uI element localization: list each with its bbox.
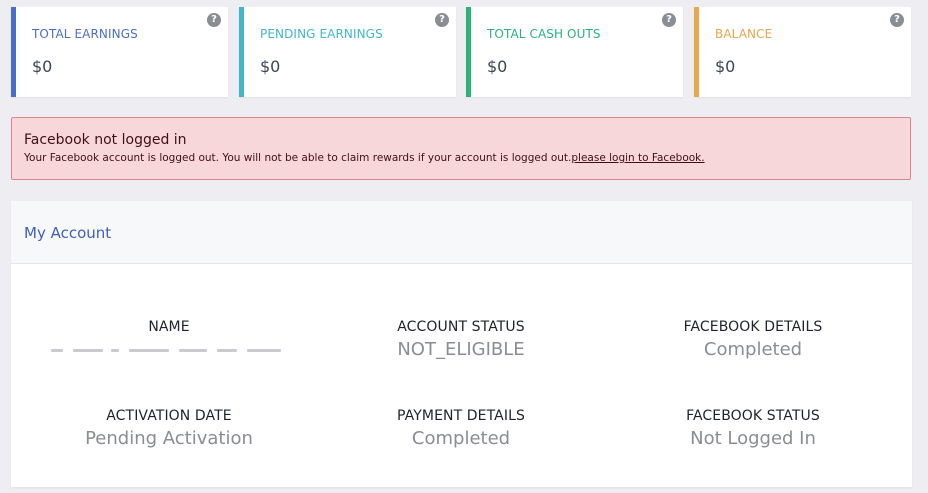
activation-date-value: Pending Activation xyxy=(85,428,253,449)
facebook-status-value: Not Logged In xyxy=(690,428,816,449)
facebook-status-field: FACEBOOK STATUS Not Logged In xyxy=(603,408,903,449)
payment-details-field: PAYMENT DETAILS Completed xyxy=(311,408,611,449)
name-field: NAME xyxy=(19,319,319,339)
stats-row: TOTAL EARNINGS $0 ? PENDING EARNINGS $0 … xyxy=(11,7,912,97)
payment-details-label: PAYMENT DETAILS xyxy=(397,408,525,424)
alert-message: Your Facebook account is logged out. You… xyxy=(24,152,572,164)
total-cash-outs-card: TOTAL CASH OUTS $0 ? xyxy=(466,7,683,97)
total-earnings-card: TOTAL EARNINGS $0 ? xyxy=(11,7,228,97)
total-earnings-label: TOTAL EARNINGS xyxy=(32,27,138,41)
help-icon[interactable]: ? xyxy=(662,13,676,27)
pending-earnings-value: $0 xyxy=(260,57,281,76)
account-status-label: ACCOUNT STATUS xyxy=(397,319,525,335)
pending-earnings-label: PENDING EARNINGS xyxy=(260,27,383,41)
facebook-details-value: Completed xyxy=(703,339,803,360)
balance-value: $0 xyxy=(715,57,736,76)
help-icon[interactable]: ? xyxy=(435,13,449,27)
facebook-status-label: FACEBOOK STATUS xyxy=(686,408,820,424)
account-status-value: NOT_ELIGIBLE xyxy=(397,339,525,360)
activation-date-field: ACTIVATION DATE Pending Activation xyxy=(19,408,319,449)
account-title: My Account xyxy=(24,224,112,242)
help-icon[interactable]: ? xyxy=(207,13,221,27)
name-label: NAME xyxy=(148,319,190,335)
my-account-panel: My Account NAME ACCOUNT STATUS NOT_ELIGI… xyxy=(11,201,912,487)
alert-message-line: Your Facebook account is logged out. You… xyxy=(24,152,705,164)
pending-earnings-card: PENDING EARNINGS $0 ? xyxy=(239,7,456,97)
facebook-details-label: FACEBOOK DETAILS xyxy=(683,319,823,335)
name-redacted xyxy=(51,344,291,358)
balance-label: BALANCE xyxy=(715,27,773,41)
total-cash-outs-label: TOTAL CASH OUTS xyxy=(487,27,601,41)
alert-title: Facebook not logged in xyxy=(24,132,187,148)
payment-details-value: Completed xyxy=(411,428,511,449)
total-cash-outs-value: $0 xyxy=(487,57,508,76)
total-earnings-value: $0 xyxy=(32,57,53,76)
account-header: My Account xyxy=(11,201,912,264)
balance-card: BALANCE $0 ? xyxy=(694,7,911,97)
account-status-field: ACCOUNT STATUS NOT_ELIGIBLE xyxy=(311,319,611,360)
facebook-details-field: FACEBOOK DETAILS Completed xyxy=(603,319,903,360)
facebook-login-link[interactable]: please login to Facebook. xyxy=(571,152,704,164)
activation-date-label: ACTIVATION DATE xyxy=(106,408,232,424)
facebook-alert: Facebook not logged in Your Facebook acc… xyxy=(11,117,911,180)
help-icon[interactable]: ? xyxy=(890,13,904,27)
